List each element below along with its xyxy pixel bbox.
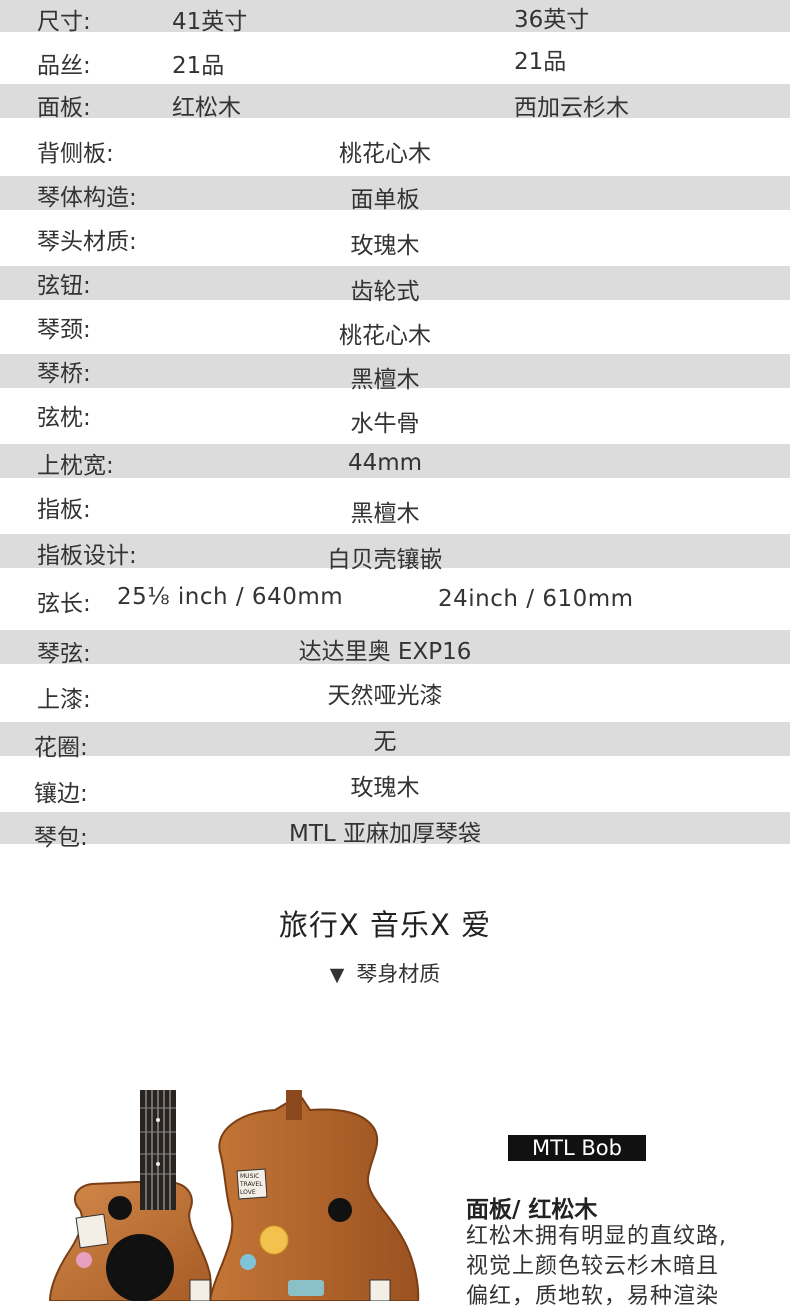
material-title: 面板/ 红松木 bbox=[466, 1197, 598, 1223]
spec-row-fretboard: 指板: 黑檀木 bbox=[0, 478, 790, 534]
description-line: 视觉上颜色较云杉木暗且 bbox=[466, 1254, 720, 1279]
spec-row-tuners: 弦钮: 齿轮式 bbox=[0, 266, 790, 305]
spec-value: 无 bbox=[373, 729, 397, 755]
spec-value-36: 24inch / 610mm bbox=[438, 586, 634, 612]
spec-value-36: 西加云杉木 bbox=[514, 95, 629, 121]
spec-value-41: 21品 bbox=[172, 53, 225, 79]
slogan-heading: 旅行X 音乐X 爱 bbox=[278, 908, 492, 942]
material-description: 红松木拥有明显的直纹路, 视觉上颜色较云杉木暗且 偏红，质地软，易种渲染 bbox=[466, 1222, 766, 1312]
spec-row-body-build: 琴体构造: 面单板 bbox=[0, 176, 790, 213]
spec-value: MTL 亚麻加厚琴袋 bbox=[288, 821, 482, 847]
spec-label: 弦长: bbox=[37, 591, 91, 617]
spec-value: 黑檀木 bbox=[350, 501, 420, 527]
spec-row-frets: 品丝: 21品 21品 bbox=[0, 32, 790, 84]
spec-row-scale: 弦长: 25⅛ inch / 640mm 24inch / 610mm bbox=[0, 568, 790, 630]
spec-row-binding: 镶边: 玫瑰木 bbox=[0, 756, 790, 812]
spec-value: 桃花心木 bbox=[339, 323, 431, 349]
spec-row-strings: 琴弦: 达达里奥 EXP16 bbox=[0, 630, 790, 667]
spec-row-neck: 琴颈: 桃花心木 bbox=[0, 300, 790, 354]
section-heading: ▼ 琴身材质 bbox=[0, 958, 770, 988]
spec-value: 面单板 bbox=[350, 187, 420, 213]
spec-value: 玫瑰木 bbox=[350, 775, 420, 801]
spec-value: 玫瑰木 bbox=[350, 233, 420, 259]
spec-row-size: 尺寸: 41英寸 36英寸 bbox=[0, 0, 790, 35]
spec-value: 天然哑光漆 bbox=[327, 683, 443, 709]
spec-label: 尺寸: bbox=[37, 9, 91, 35]
spec-row-back-sides: 背侧板: 桃花心木 bbox=[0, 118, 790, 176]
sticker-text: LOVE bbox=[240, 1189, 256, 1196]
spec-value-41: 红松木 bbox=[172, 95, 241, 121]
description-line: 偏红，质地软，易种渲染 bbox=[466, 1284, 720, 1309]
spec-row-fretboard-design: 指板设计: 白贝壳镶嵌 bbox=[0, 534, 790, 573]
spec-value: 44mm bbox=[347, 450, 423, 476]
model-tag: MTL Bob bbox=[508, 1135, 646, 1161]
spec-row-saddle: 弦枕: 水牛骨 bbox=[0, 388, 790, 444]
spec-row-case: 琴包: MTL 亚麻加厚琴袋 bbox=[0, 812, 790, 851]
spec-row-nut-width: 上枕宽: 44mm bbox=[0, 444, 790, 479]
spec-row-rosette: 花圈: 无 bbox=[0, 722, 790, 761]
spec-value: 达达里奥 EXP16 bbox=[298, 639, 472, 665]
section-title: 琴身材质 bbox=[356, 962, 441, 986]
spec-row-bridge: 琴桥: 黑檀木 bbox=[0, 354, 790, 393]
sticker-text: MUSIC bbox=[240, 1173, 259, 1180]
spec-value-41: 25⅛ inch / 640mm bbox=[117, 584, 344, 610]
spec-value-41: 41英寸 bbox=[172, 9, 248, 35]
spec-value-36: 21品 bbox=[514, 49, 567, 75]
triangle-down-icon: ▼ bbox=[329, 964, 345, 986]
spec-label: 品丝: bbox=[37, 53, 91, 79]
spec-label: 面板: bbox=[37, 95, 91, 121]
spec-row-finish: 上漆: 天然哑光漆 bbox=[0, 664, 790, 722]
sticker-text: TRAVEL bbox=[239, 1181, 263, 1188]
spec-value-36: 36英寸 bbox=[514, 7, 590, 33]
guitar-product-image: MUSIC TRAVEL LOVE bbox=[48, 1090, 420, 1301]
spec-row-top: 面板: 红松木 西加云杉木 bbox=[0, 84, 790, 121]
spec-row-headstock: 琴头材质: 玫瑰木 bbox=[0, 210, 790, 266]
spec-value: 水牛骨 bbox=[350, 411, 420, 437]
description-line: 红松木拥有明显的直纹路, bbox=[466, 1224, 727, 1249]
spec-value: 桃花心木 bbox=[339, 141, 431, 167]
